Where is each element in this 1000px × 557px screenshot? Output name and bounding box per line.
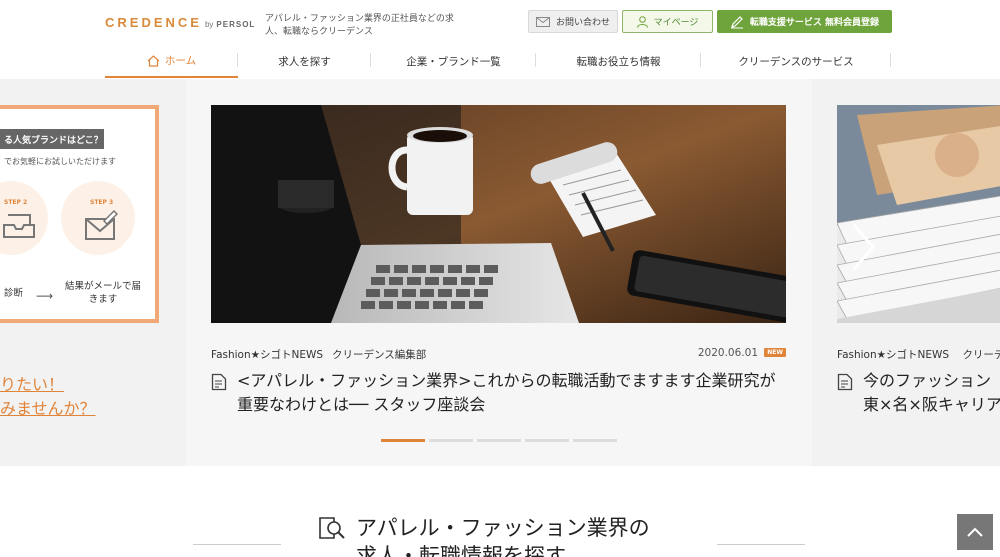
carousel-pagination bbox=[381, 439, 617, 442]
promo-caption-right: 結果がメールで届きます bbox=[64, 281, 141, 305]
carousel-dot[interactable] bbox=[429, 439, 473, 442]
main-nav: ホーム 求人を探す 企業・ブランド一覧 転職お役立ち情報 クリーデンスのサービス bbox=[105, 45, 1000, 78]
user-icon bbox=[636, 15, 648, 28]
document-icon bbox=[211, 373, 227, 391]
desk-photo bbox=[211, 105, 786, 323]
carousel-dot[interactable] bbox=[477, 439, 521, 442]
next-article-meta: Fashion★シゴトNEWS クリーデ bbox=[837, 347, 1000, 362]
promo-cta-line1[interactable]: りたい！ bbox=[0, 371, 64, 395]
section-heading-text: アパレル・ファッション業界の 求人・転職情報を探す bbox=[356, 514, 650, 557]
nav-item-home[interactable]: ホーム bbox=[105, 45, 238, 78]
carousel: る人気ブランドはどこ？ でお気軽にお試しいただけます STEP 2 STEP 3… bbox=[0, 79, 1000, 466]
search-document-icon bbox=[319, 517, 345, 539]
promo-caption-left: 診断 bbox=[4, 288, 24, 299]
chevron-up-icon bbox=[967, 527, 983, 537]
next-title-line1: 今のファッション bbox=[863, 371, 992, 390]
heading-rule-right bbox=[717, 544, 805, 545]
mail-icon bbox=[535, 16, 550, 27]
article-category[interactable]: Fashion★シゴトNEWS bbox=[211, 347, 323, 362]
home-icon bbox=[147, 54, 160, 67]
contact-label: お問い合わせ bbox=[555, 18, 610, 28]
carousel-prev-arrow[interactable] bbox=[118, 222, 148, 272]
nav-companies-label: 企業・ブランド一覧 bbox=[406, 56, 501, 68]
logo-persol: PERSOL bbox=[216, 20, 256, 29]
mypage-label: マイページ bbox=[653, 18, 699, 28]
nav-item-companies[interactable]: 企業・ブランド一覧 bbox=[371, 45, 536, 78]
register-button[interactable]: 転職支援サービス 無料会員登録 bbox=[717, 10, 892, 33]
back-to-top-button[interactable] bbox=[957, 514, 993, 550]
carousel-slide-active[interactable]: Fashion★シゴトNEWS クリーデンス編集部 2020.06.01 NEW… bbox=[186, 79, 812, 466]
article-date: 2020.06.01 bbox=[697, 347, 758, 359]
logo-by: by bbox=[204, 20, 214, 29]
nav-item-job-search[interactable]: 求人を探す bbox=[238, 45, 371, 78]
new-badge: NEW bbox=[764, 348, 786, 357]
heading-rule-left bbox=[193, 544, 281, 545]
section-heading-line1: アパレル・ファッション業界の bbox=[356, 516, 650, 540]
promo-banner[interactable]: る人気ブランドはどこ？ でお気軽にお試しいただけます STEP 2 STEP 3… bbox=[0, 105, 159, 323]
article-author: クリーデンス編集部 bbox=[332, 349, 427, 361]
step-label: STEP 3 bbox=[90, 199, 114, 206]
promo-heading: る人気ブランドはどこ？ bbox=[0, 129, 104, 149]
next-article-title-text: 今のファッション 東×名×阪キャリア bbox=[863, 369, 1000, 417]
nav-home-label: ホーム bbox=[164, 55, 197, 67]
contact-button[interactable]: お問い合わせ bbox=[528, 10, 618, 33]
nav-item-career-info[interactable]: 転職お役立ち情報 bbox=[536, 45, 701, 78]
carousel-slide-prev[interactable]: る人気ブランドはどこ？ でお気軽にお試しいただけます STEP 2 STEP 3… bbox=[0, 79, 186, 466]
carousel-dot[interactable] bbox=[381, 439, 425, 442]
nav-item-services[interactable]: クリーデンスのサービス bbox=[701, 45, 891, 78]
carousel-dot[interactable] bbox=[525, 439, 569, 442]
article-title-text: <アパレル・ファッション業界>これからの転職活動でますます企業研究が重要なわけと… bbox=[237, 371, 776, 414]
nav-job-search-label: 求人を探す bbox=[278, 56, 331, 68]
logo[interactable]: CREDENCE by PERSOL bbox=[105, 15, 255, 30]
carousel-dot[interactable] bbox=[573, 439, 617, 442]
next-article-author: クリーデ bbox=[962, 349, 1000, 361]
promo-cta-line2[interactable]: みませんか？ bbox=[0, 395, 96, 419]
promo-subtext: でお気軽にお試しいただけます bbox=[4, 157, 116, 166]
next-article-image[interactable] bbox=[837, 105, 1000, 323]
article-image[interactable] bbox=[211, 105, 786, 323]
logo-credence: CREDENCE bbox=[105, 15, 202, 30]
document-icon bbox=[837, 373, 853, 391]
next-title-line2: 東×名×阪キャリア bbox=[863, 395, 1000, 414]
section-heading-line2: 求人・転職情報を探す bbox=[356, 544, 566, 557]
magazines-photo bbox=[837, 105, 1000, 323]
site-header: CREDENCE by PERSOL アパレル・ファッション業界の正社員などの求… bbox=[0, 0, 1000, 78]
mypage-button[interactable]: マイページ bbox=[622, 10, 713, 33]
tagline: アパレル・ファッション業界の正社員などの求人、転職ならクリーデンス bbox=[265, 14, 454, 37]
mail-pencil-icon bbox=[85, 209, 118, 240]
register-label: 転職支援サービス 無料会員登録 bbox=[749, 18, 880, 28]
arrow-right-icon: ⟶ bbox=[36, 289, 54, 303]
pencil-icon bbox=[730, 15, 743, 28]
step-label: STEP 2 bbox=[4, 199, 28, 206]
next-article-category[interactable]: Fashion★シゴトNEWS bbox=[837, 349, 949, 361]
nav-career-info-label: 転職お役立ち情報 bbox=[576, 56, 661, 68]
carousel-slide-next[interactable]: Fashion★シゴトNEWS クリーデ 今のファッション 東×名×阪キャリア bbox=[812, 79, 1000, 466]
nav-services-label: クリーデンスのサービス bbox=[738, 56, 854, 68]
carousel-next-arrow[interactable] bbox=[848, 222, 878, 272]
tray-icon bbox=[3, 214, 35, 238]
